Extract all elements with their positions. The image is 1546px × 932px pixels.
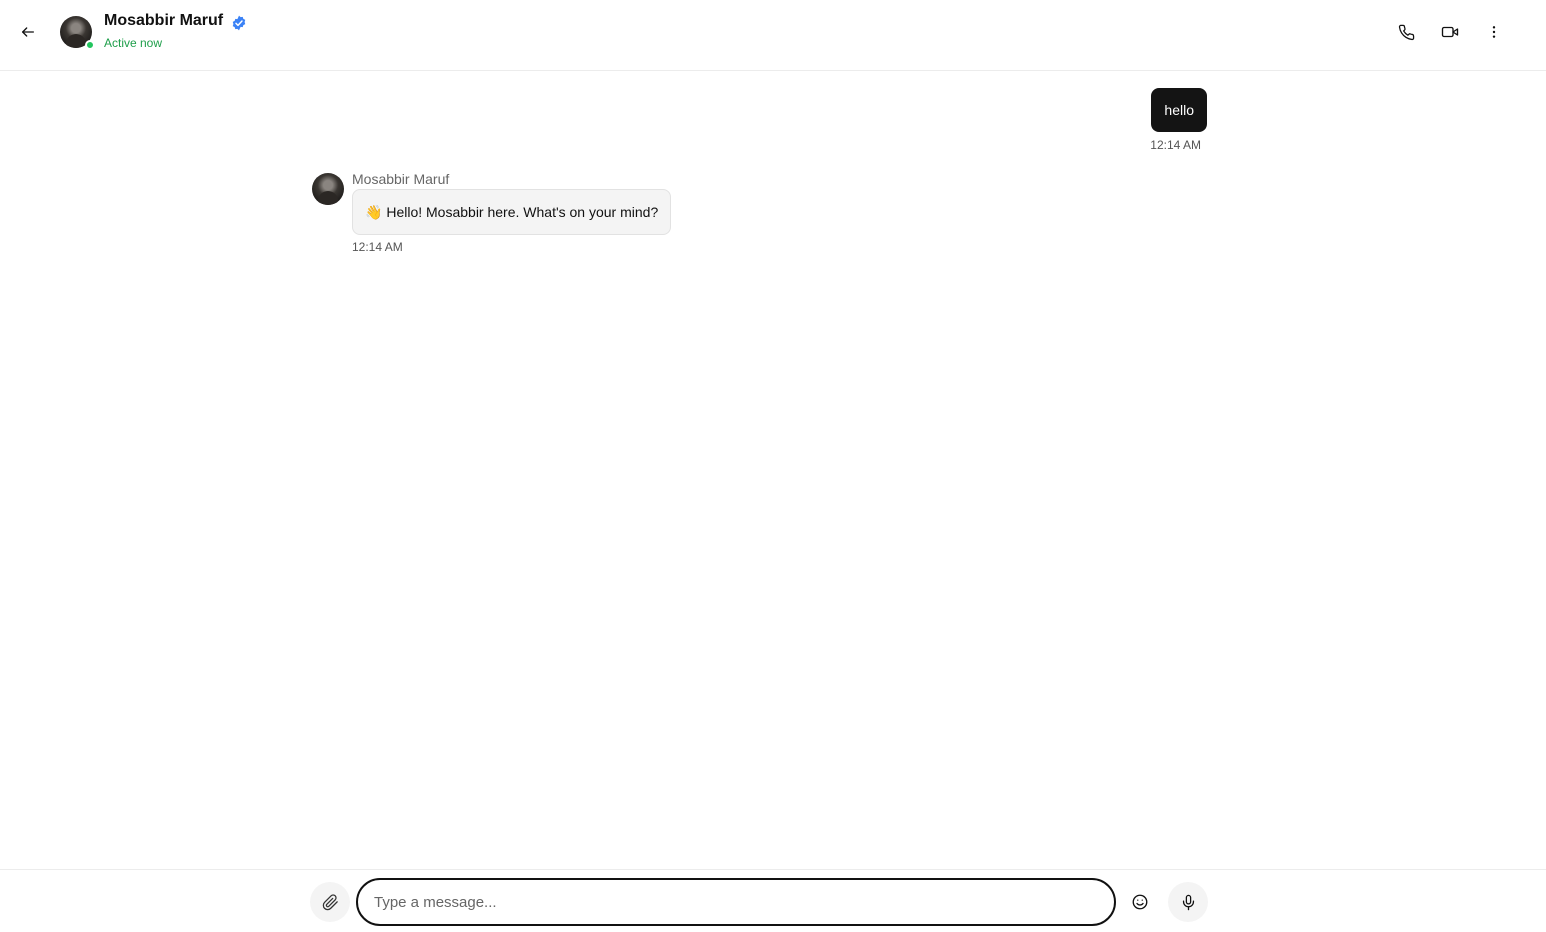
sent-message-bubble[interactable]: hello (1151, 88, 1207, 132)
paperclip-icon (322, 893, 338, 910)
voice-message-button[interactable] (1168, 882, 1208, 922)
emoji-button[interactable] (1120, 882, 1160, 922)
message-timestamp: 12:14 AM (352, 240, 403, 254)
contact-name[interactable]: Mosabbir Maruf (104, 12, 223, 30)
back-button[interactable] (16, 20, 40, 44)
verified-badge-icon (232, 15, 246, 31)
phone-icon (1398, 24, 1414, 40)
sender-avatar[interactable] (312, 173, 344, 205)
presence-status: Active now (104, 36, 163, 50)
voice-call-button[interactable] (1394, 20, 1418, 44)
waving-hand-emoji: 👋 (365, 204, 383, 220)
video-call-button[interactable] (1438, 20, 1462, 44)
more-options-button[interactable] (1482, 20, 1506, 44)
microphone-icon (1182, 894, 1194, 910)
arrow-left-icon (22, 27, 34, 37)
more-vertical-icon (1492, 26, 1496, 38)
video-camera-icon (1441, 26, 1459, 38)
sender-name: Mosabbir Maruf (352, 171, 450, 187)
smiley-icon (1132, 894, 1148, 910)
message-input[interactable] (356, 878, 1116, 926)
online-status-dot (85, 40, 95, 50)
message-timestamp: 12:14 AM (1150, 138, 1201, 152)
attach-button[interactable] (310, 882, 350, 922)
message-composer (0, 869, 1546, 932)
chat-header: Mosabbir Maruf Active now (0, 0, 1546, 71)
received-message-bubble[interactable]: 👋 Hello! Mosabbir here. What's on your m… (352, 189, 672, 235)
message-text: Hello! Mosabbir here. What's on your min… (386, 204, 659, 220)
